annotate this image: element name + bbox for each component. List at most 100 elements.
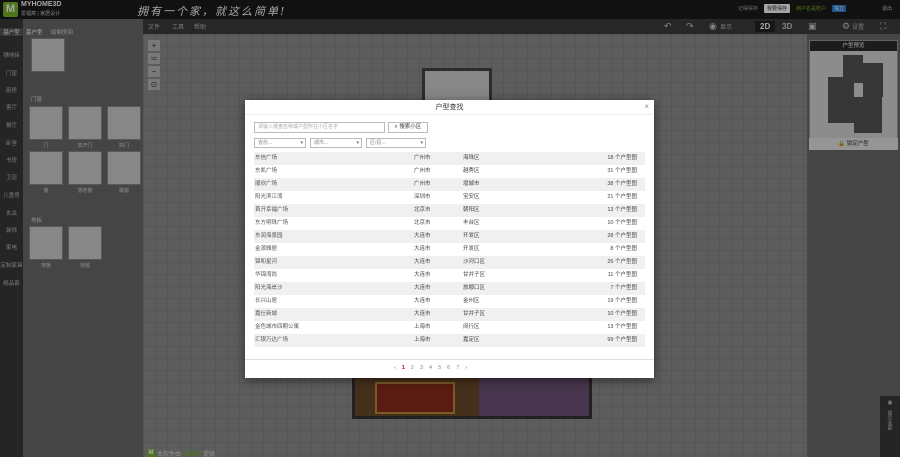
district-cell: 开发区 xyxy=(463,233,480,239)
province-select[interactable]: 省份... ▾ xyxy=(254,138,306,148)
layout-count: 21 个户型图 xyxy=(607,194,637,200)
chevron-down-icon: ▾ xyxy=(356,140,359,146)
district-cell: 朝阳区 xyxy=(463,207,480,213)
layout-count: 10 个户型图 xyxy=(607,311,637,317)
province-select-value: 省份... xyxy=(258,140,273,146)
community-name: 顺欣广场 xyxy=(255,181,278,187)
table-row[interactable]: 金色城市四期公寓 上海市 闵行区 13 个户型图 xyxy=(254,321,645,334)
table-row[interactable]: 锦和星河 大连市 沙河口区 26 个户型图 xyxy=(254,256,645,269)
table-row[interactable]: 汇银万达广场 上海市 嘉定区 99 个户型图 xyxy=(254,334,645,347)
district-select[interactable]: 区/县... ▾ xyxy=(366,138,426,148)
table-row[interactable]: 东方明珠广场 北京市 丰台区 10 个户型图 xyxy=(254,217,645,230)
search-community-button[interactable]: ⌕ 搜索小区 xyxy=(388,122,428,133)
search-button-label: 搜索小区 xyxy=(399,124,422,130)
table-row[interactable]: 东润海景园 大连市 开发区 28 个户型图 xyxy=(254,230,645,243)
city-cell: 北京市 xyxy=(414,220,431,226)
pagination: ‹ 1 2 3 4 5 6 7 › xyxy=(394,365,467,371)
layout-results-table: 东信广场 广州市 海珠区 18 个户型图 东凯广场 广州市 越秀区 31 个户型图 顺欣广场… xyxy=(254,152,645,347)
layout-count: 18 个户型图 xyxy=(607,155,637,161)
district-cell: 海珠区 xyxy=(463,155,480,161)
dialog-title: 户型查找 xyxy=(245,100,654,115)
table-row[interactable]: 金源雅居 大连市 开发区 8 个户型图 xyxy=(254,243,645,256)
city-cell: 上海市 xyxy=(414,337,431,343)
page-number[interactable]: 3 xyxy=(420,365,423,371)
community-name: 金色城市四期公寓 xyxy=(255,324,300,330)
layout-count: 13 个户型图 xyxy=(607,207,637,213)
district-cell: 甘井子区 xyxy=(463,311,486,317)
table-row[interactable]: 长兴山居 大连市 金州区 19 个户型图 xyxy=(254,295,645,308)
page-number[interactable]: 7 xyxy=(456,365,459,371)
community-name: 东润海景园 xyxy=(255,233,283,239)
layout-count: 38 个户型图 xyxy=(607,181,637,187)
community-name: 长兴山居 xyxy=(255,298,278,304)
community-search-input[interactable]: 请输入楼盘名称或户型所在小区名字 xyxy=(254,122,385,133)
city-cell: 广州市 xyxy=(414,168,431,174)
prev-page-button[interactable]: ‹ xyxy=(394,365,396,371)
district-cell: 增城市 xyxy=(463,181,480,187)
community-name: 阳光滨江湾 xyxy=(255,194,283,200)
community-name: 汇银万达广场 xyxy=(255,337,289,343)
community-name: 首开幸福广场 xyxy=(255,207,289,213)
city-cell: 大连市 xyxy=(414,259,431,265)
community-name: 华锦湾尚 xyxy=(255,272,278,278)
dialog-divider xyxy=(245,359,654,360)
community-name: 金源雅居 xyxy=(255,246,278,252)
district-select-value: 区/县... xyxy=(370,140,386,146)
district-cell: 越秀区 xyxy=(463,168,480,174)
layout-count: 10 个户型图 xyxy=(607,220,637,226)
community-name: 东凯广场 xyxy=(255,168,278,174)
table-row[interactable]: 东凯广场 广州市 越秀区 31 个户型图 xyxy=(254,165,645,178)
layout-count: 31 个户型图 xyxy=(607,168,637,174)
city-cell: 大连市 xyxy=(414,233,431,239)
community-name: 东方明珠广场 xyxy=(255,220,289,226)
district-cell: 闵行区 xyxy=(463,324,480,330)
district-cell: 开发区 xyxy=(463,246,480,252)
page-number[interactable]: 5 xyxy=(438,365,441,371)
district-cell: 旅顺口区 xyxy=(463,285,486,291)
city-cell: 大连市 xyxy=(414,246,431,252)
chevron-down-icon: ▾ xyxy=(300,140,303,146)
table-row[interactable]: 阳光海岸沙 大连市 旅顺口区 7 个户型图 xyxy=(254,282,645,295)
community-name: 东信广场 xyxy=(255,155,278,161)
city-cell: 上海市 xyxy=(414,324,431,330)
layout-count: 13 个户型图 xyxy=(607,324,637,330)
community-name: 锦和星河 xyxy=(255,259,278,265)
table-row[interactable]: 阳光滨江湾 深圳市 宝安区 21 个户型图 xyxy=(254,191,645,204)
city-select[interactable]: 城市... ▾ xyxy=(310,138,362,148)
district-cell: 宝安区 xyxy=(463,194,480,200)
district-cell: 嘉定区 xyxy=(463,337,480,343)
table-row[interactable]: 首开幸福广场 北京市 朝阳区 13 个户型图 xyxy=(254,204,645,217)
city-cell: 大连市 xyxy=(414,272,431,278)
chevron-down-icon: ▾ xyxy=(420,140,423,146)
layout-search-dialog: 户型查找 × 请输入楼盘名称或户型所在小区名字 ⌕ 搜索小区 省份... ▾ 城… xyxy=(245,100,654,378)
city-select-value: 城市... xyxy=(314,140,329,146)
page-number[interactable]: 1 xyxy=(402,365,405,371)
page-number[interactable]: 6 xyxy=(447,365,450,371)
table-row[interactable]: 华锦湾尚 大连市 甘井子区 11 个户型图 xyxy=(254,269,645,282)
page-number[interactable]: 2 xyxy=(411,365,414,371)
layout-count: 26 个户型图 xyxy=(607,259,637,265)
district-cell: 甘井子区 xyxy=(463,272,486,278)
city-cell: 大连市 xyxy=(414,311,431,317)
district-cell: 丰台区 xyxy=(463,220,480,226)
community-name: 嘉仕新城 xyxy=(255,311,278,317)
layout-count: 11 个户型图 xyxy=(607,272,637,278)
city-cell: 广州市 xyxy=(414,181,431,187)
city-cell: 北京市 xyxy=(414,207,431,213)
close-icon[interactable]: × xyxy=(644,103,649,111)
community-name: 阳光海岸沙 xyxy=(255,285,283,291)
table-row[interactable]: 东信广场 广州市 海珠区 18 个户型图 xyxy=(254,152,645,165)
next-page-button[interactable]: › xyxy=(465,365,467,371)
page-number[interactable]: 4 xyxy=(429,365,432,371)
city-cell: 大连市 xyxy=(414,285,431,291)
search-icon: ⌕ xyxy=(394,124,398,130)
city-cell: 深圳市 xyxy=(414,194,431,200)
district-cell: 金州区 xyxy=(463,298,480,304)
table-row[interactable]: 顺欣广场 广州市 增城市 38 个户型图 xyxy=(254,178,645,191)
layout-count: 99 个户型图 xyxy=(607,337,637,343)
district-cell: 沙河口区 xyxy=(463,259,486,265)
city-cell: 大连市 xyxy=(414,298,431,304)
city-cell: 广州市 xyxy=(414,155,431,161)
table-row[interactable]: 嘉仕新城 大连市 甘井子区 10 个户型图 xyxy=(254,308,645,321)
layout-count: 28 个户型图 xyxy=(607,233,637,239)
